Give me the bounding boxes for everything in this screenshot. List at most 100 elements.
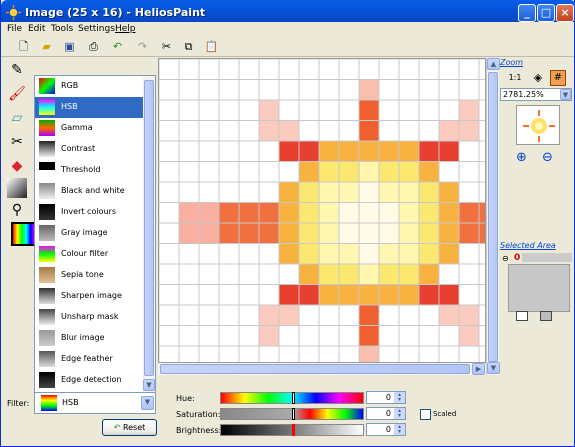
pixel[interactable]	[339, 182, 359, 203]
pixel[interactable]	[359, 202, 379, 224]
pixel[interactable]	[299, 264, 319, 285]
redo-icon[interactable]: ↷	[134, 39, 151, 55]
pixel[interactable]	[359, 100, 379, 121]
pixel[interactable]	[359, 120, 379, 142]
spinner-arrows-icon[interactable]: ▴ ▾	[394, 408, 405, 419]
saturation-handle[interactable]	[292, 408, 295, 420]
pixel[interactable]	[319, 202, 339, 224]
pixel[interactable]	[299, 223, 319, 244]
pixel[interactable]	[439, 284, 459, 306]
menu-file[interactable]: File	[7, 24, 22, 34]
zoom-select[interactable]: 2781.25% ▼	[500, 88, 572, 101]
pixel[interactable]	[339, 161, 359, 183]
filter-item-rgb[interactable]: RGB	[35, 76, 143, 97]
close-button[interactable]: ×	[556, 4, 574, 22]
filter-item-colour-filter[interactable]: Colour filter	[35, 244, 143, 265]
pixel[interactable]	[279, 202, 299, 224]
select-all-icon[interactable]	[540, 311, 552, 321]
pixel[interactable]	[359, 243, 379, 265]
pixel[interactable]	[279, 284, 299, 306]
pixel[interactable]	[339, 202, 359, 224]
pixel[interactable]	[279, 305, 299, 326]
menu-settings[interactable]: Settings	[78, 24, 115, 34]
pixel[interactable]	[359, 325, 379, 347]
pixel[interactable]	[419, 223, 439, 244]
fill-bucket-icon[interactable]: ◆	[7, 156, 27, 176]
brightness-handle[interactable]	[292, 424, 295, 436]
vertical-scrollbar[interactable]: ▲ ▼	[486, 58, 500, 375]
pixel[interactable]	[359, 284, 379, 306]
pencil-icon[interactable]: ✎	[7, 60, 27, 80]
pixel[interactable]	[279, 141, 299, 162]
filter-item-edge-feather[interactable]: Edge feather	[35, 349, 143, 370]
scroll-thumb[interactable]	[488, 72, 498, 362]
pixel[interactable]	[359, 346, 379, 363]
pixel[interactable]	[459, 305, 479, 326]
pixel[interactable]	[379, 284, 399, 306]
menu-tools[interactable]: Tools	[51, 24, 73, 34]
hue-handle[interactable]	[292, 392, 295, 404]
spinner-arrows-icon[interactable]: ▴ ▾	[394, 424, 405, 435]
select-window-icon[interactable]	[516, 311, 528, 321]
pixel[interactable]	[419, 161, 439, 183]
pixel[interactable]	[359, 223, 379, 244]
filter-item-edge-detection[interactable]: Edge detection	[35, 370, 143, 391]
save-icon[interactable]: ▣	[61, 39, 78, 55]
pixel[interactable]	[199, 202, 219, 224]
pixel[interactable]	[419, 284, 439, 306]
pixel[interactable]	[279, 120, 299, 142]
pixel[interactable]	[419, 264, 439, 285]
saturation-spinner[interactable]: 0 ▴ ▾	[366, 407, 406, 420]
filter-item-unsharp-mask[interactable]: Unsharp mask	[35, 307, 143, 328]
eraser-icon[interactable]: ▱	[7, 108, 27, 128]
copy-icon[interactable]: ⧉	[180, 39, 197, 55]
reset-button[interactable]: ↶ Reset	[102, 419, 157, 436]
eyedropper-icon[interactable]: ⚲	[7, 200, 27, 220]
pixel[interactable]	[479, 202, 486, 224]
pixel[interactable]	[339, 284, 359, 306]
pixel[interactable]	[399, 182, 419, 203]
pixel[interactable]	[339, 141, 359, 162]
minimize-button[interactable]: _	[518, 4, 536, 22]
minus-icon[interactable]: ⊖	[502, 254, 509, 263]
pixel[interactable]	[459, 325, 479, 347]
pixel[interactable]	[379, 182, 399, 203]
pixel[interactable]	[259, 223, 279, 244]
pixel[interactable]	[299, 202, 319, 224]
pixel[interactable]	[199, 223, 219, 244]
pixel[interactable]	[379, 202, 399, 224]
pixel[interactable]	[379, 161, 399, 183]
pixel[interactable]	[359, 141, 379, 162]
scroll-up-icon[interactable]: ▲	[487, 58, 500, 70]
pixel[interactable]	[259, 305, 279, 326]
pixel[interactable]	[259, 100, 279, 121]
pixel[interactable]	[259, 120, 279, 142]
pixel[interactable]	[319, 284, 339, 306]
brightness-spinner[interactable]: 0 ▴ ▾	[366, 423, 406, 436]
pixel[interactable]	[299, 161, 319, 183]
pixel[interactable]	[319, 141, 339, 162]
pixel[interactable]	[219, 223, 239, 244]
dropdown-scroll-thumb[interactable]	[144, 80, 154, 376]
pixel[interactable]	[459, 223, 479, 244]
pixel[interactable]	[359, 79, 379, 101]
cut-icon[interactable]: ✂	[158, 39, 175, 55]
filter-item-threshold[interactable]: Threshold	[35, 160, 143, 181]
pixel[interactable]	[339, 243, 359, 265]
saturation-slider[interactable]	[220, 408, 364, 420]
zoom-fit-icon[interactable]: 1:1	[507, 70, 523, 86]
paste-icon[interactable]: 📋	[203, 39, 220, 55]
pixel[interactable]	[399, 202, 419, 224]
hue-spinner[interactable]: 0 ▴ ▾	[366, 391, 406, 404]
pixel[interactable]	[359, 182, 379, 203]
filter-item-black-and-white[interactable]: Black and white	[35, 181, 143, 202]
pixel[interactable]	[439, 202, 459, 224]
menu-help[interactable]: Help	[115, 24, 136, 34]
pixel[interactable]	[439, 223, 459, 244]
pixel[interactable]	[339, 264, 359, 285]
chevron-down-icon[interactable]: ▼	[560, 89, 571, 100]
pixel[interactable]	[319, 161, 339, 183]
pixel[interactable]	[439, 120, 459, 142]
pixel[interactable]	[299, 182, 319, 203]
dropdown-scrollbar[interactable]: ▼	[143, 76, 155, 392]
